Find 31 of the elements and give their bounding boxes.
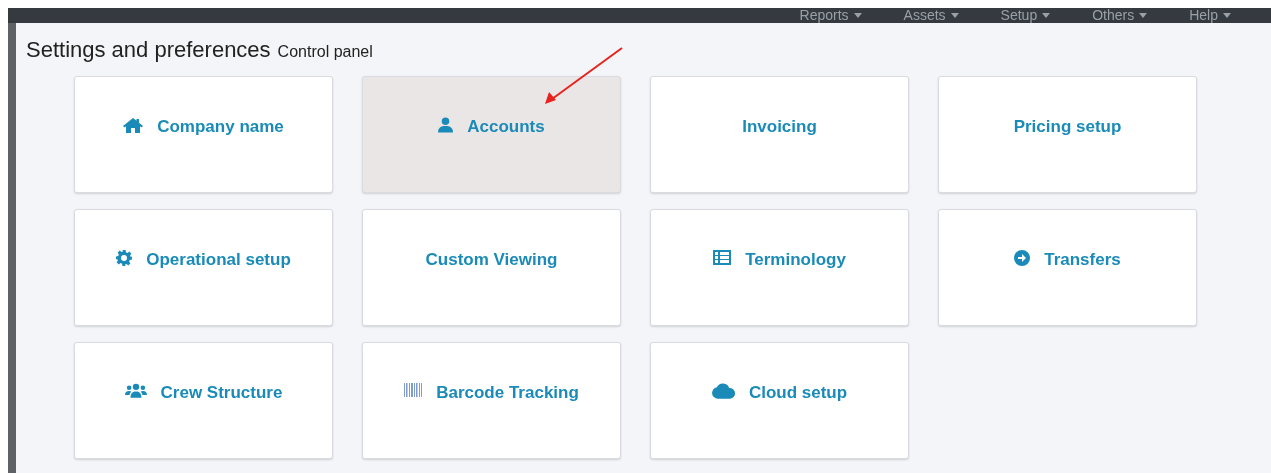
page-subtitle: Control panel xyxy=(277,43,373,61)
barcode-icon xyxy=(404,383,423,397)
gear-icon xyxy=(116,250,133,266)
settings-tile[interactable]: Crew Structure xyxy=(74,342,333,459)
settings-tile[interactable]: Custom Viewing xyxy=(362,209,621,326)
page-title: Settings and preferences xyxy=(26,37,271,63)
settings-tile[interactable]: Terminology xyxy=(650,209,909,326)
settings-tile[interactable]: Transfers xyxy=(938,209,1197,326)
list-icon xyxy=(713,250,732,265)
caret-icon xyxy=(1139,13,1148,18)
settings-tile[interactable]: Company name xyxy=(74,76,333,193)
caret-icon xyxy=(1042,13,1051,18)
user-icon xyxy=(438,117,454,133)
nav-menu[interactable]: Assets xyxy=(903,8,959,23)
cloud-icon xyxy=(711,383,735,399)
users-icon xyxy=(124,383,147,398)
settings-tile[interactable]: Accounts xyxy=(362,76,621,193)
settings-tile[interactable]: Operational setup xyxy=(74,209,333,326)
caret-icon xyxy=(853,13,862,18)
caret-icon xyxy=(950,13,959,18)
caret-icon xyxy=(1223,13,1231,18)
settings-tile[interactable]: Pricing setup xyxy=(938,76,1197,193)
settings-tile[interactable]: Invoicing xyxy=(650,76,909,193)
settings-tile[interactable]: Cloud setup xyxy=(650,342,909,459)
nav-menu[interactable]: Help xyxy=(1189,8,1231,23)
nav-menu[interactable]: Setup xyxy=(1000,8,1051,23)
settings-tile[interactable]: Barcode Tracking xyxy=(362,342,621,459)
arrow-circle-icon xyxy=(1014,250,1031,266)
nav-menu[interactable]: Reports xyxy=(799,8,862,23)
home-icon xyxy=(123,117,144,133)
nav-menu[interactable]: Others xyxy=(1092,8,1148,23)
